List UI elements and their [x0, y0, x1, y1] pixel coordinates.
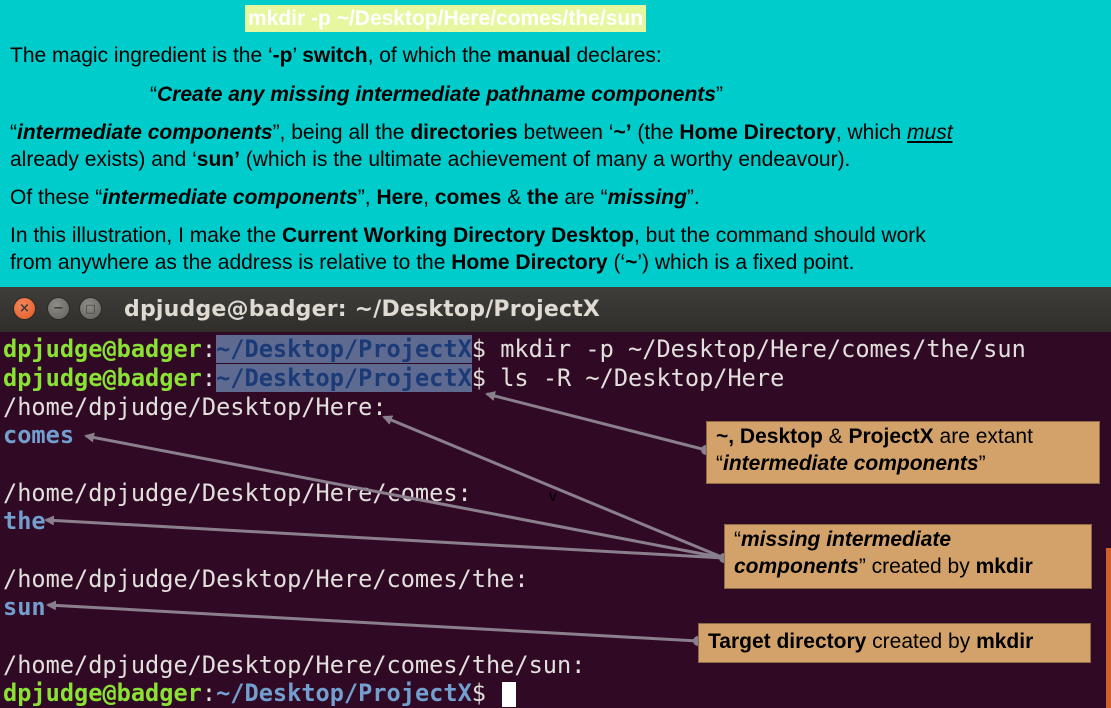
close-icon: ×	[19, 301, 30, 316]
prompt-line-mkdir: dpjudge@badger:~/Desktop/ProjectX$ mkdir…	[3, 335, 1026, 363]
illustration-paragraph-line2: from anywhere as the address is relative…	[10, 251, 855, 274]
dir-entry-comes: comes	[3, 421, 75, 449]
selected-cwd: ~/Desktop/ProjectX	[216, 335, 472, 363]
selected-cwd: ~/Desktop/ProjectX	[216, 364, 472, 392]
output-header-here: /home/dpjudge/Desktop/Here:	[3, 393, 387, 421]
slide-panel: mkdir -p ~/Desktop/Here/comes/the/sun Th…	[0, 0, 1111, 287]
intermediate-paragraph-line2: already exists) and ‘sun’ (which is the …	[10, 148, 851, 171]
prompt-line-ls: dpjudge@badger:~/Desktop/ProjectX$ ls -R…	[3, 364, 785, 392]
command-title: mkdir -p ~/Desktop/Here/comes/the/sun	[245, 5, 647, 32]
prompt-line-current: dpjudge@badger:~/Desktop/ProjectX$	[3, 679, 517, 707]
stray-mark: v	[549, 488, 557, 505]
mkdir-command: mkdir -p ~/Desktop/Here/comes/the/sun	[500, 335, 1026, 363]
intro-paragraph: The magic ingredient is the ‘-p’ switch,…	[10, 44, 662, 67]
terminal-titlebar[interactable]: × − □ dpjudge@badger: ~/Desktop/ProjectX	[0, 287, 1111, 332]
maximize-window-button[interactable]: □	[80, 298, 101, 319]
maximize-icon: □	[85, 302, 96, 315]
close-window-button[interactable]: ×	[14, 298, 35, 319]
manual-quote: “Create any missing intermediate pathnam…	[150, 83, 723, 106]
edge-strip	[1106, 548, 1111, 708]
ls-command: ls -R ~/Desktop/Here	[500, 364, 785, 392]
illustration-paragraph-line1: In this illustration, I make the Current…	[10, 224, 926, 247]
output-header-sun: /home/dpjudge/Desktop/Here/comes/the/sun…	[3, 651, 586, 679]
output-header-the: /home/dpjudge/Desktop/Here/comes/the:	[3, 565, 529, 593]
dir-entry-sun: sun	[3, 593, 46, 621]
callout-target-directory: Target directory created by mkdir	[698, 623, 1091, 663]
output-header-comes: /home/dpjudge/Desktop/Here/comes:	[3, 479, 472, 507]
text-cursor	[502, 682, 517, 707]
callout-extant-components: ~, Desktop & ProjectX are extant “interm…	[706, 421, 1100, 484]
callout-missing-components: “missing intermediate components” create…	[724, 524, 1092, 589]
intermediate-paragraph-line1: “intermediate components”, being all the…	[10, 121, 953, 144]
minimize-icon: −	[53, 301, 64, 316]
missing-paragraph: Of these “intermediate components”, Here…	[10, 186, 700, 209]
minimize-window-button[interactable]: −	[48, 298, 69, 319]
dir-entry-the: the	[3, 507, 46, 535]
window-title: dpjudge@badger: ~/Desktop/ProjectX	[124, 297, 601, 322]
